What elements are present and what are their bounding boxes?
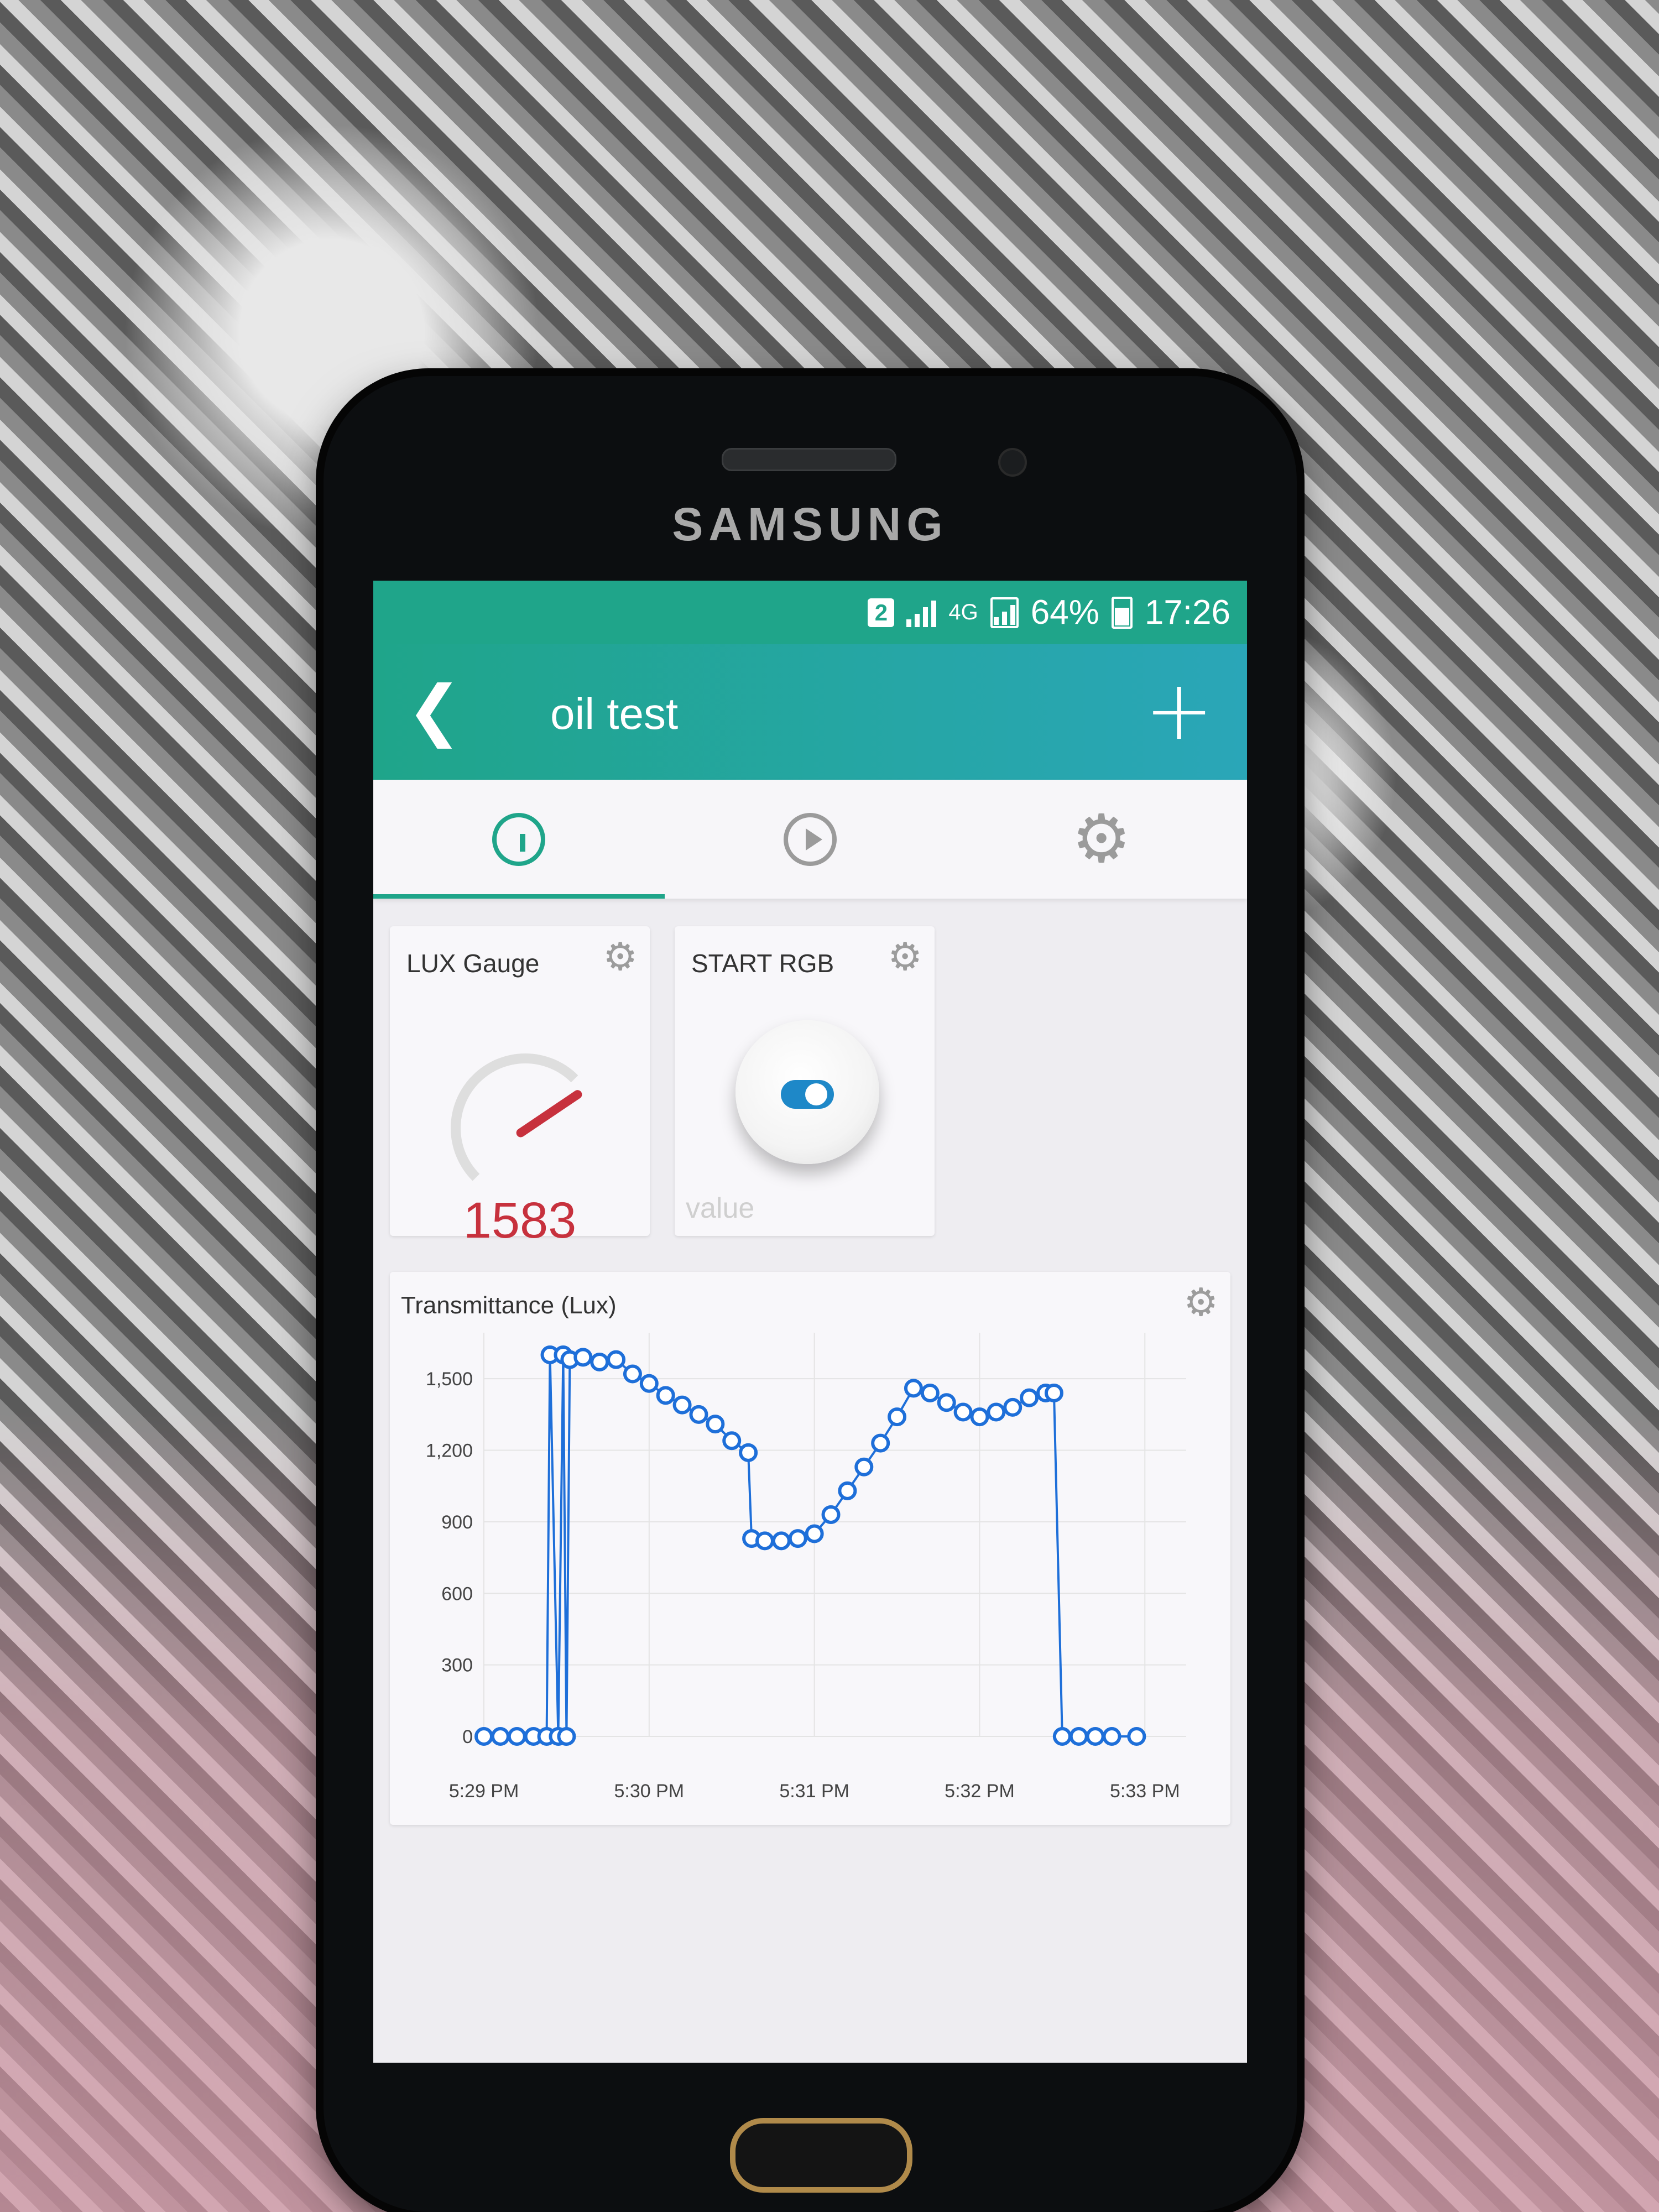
tab-dashboard[interactable] <box>373 780 665 899</box>
signal-icon <box>906 598 937 627</box>
signal-icon-2 <box>990 597 1019 628</box>
network-type: 4G <box>948 600 978 624</box>
battery-icon <box>1111 596 1133 629</box>
data-point <box>722 1431 742 1451</box>
data-point <box>788 1529 807 1548</box>
data-point <box>706 1415 725 1434</box>
data-point <box>590 1352 609 1371</box>
x-tick-label: 5:33 PM <box>1110 1781 1180 1802</box>
data-point <box>854 1457 874 1477</box>
back-icon[interactable]: ❮ <box>406 677 462 744</box>
toggle-knob <box>805 1083 827 1105</box>
x-tick-label: 5:32 PM <box>945 1781 1015 1802</box>
data-point <box>904 1379 923 1398</box>
data-point <box>937 1393 956 1412</box>
data-point <box>920 1384 940 1402</box>
data-point <box>1003 1397 1022 1417</box>
data-point <box>970 1407 989 1427</box>
data-point <box>507 1727 526 1746</box>
transmittance-chart-widget[interactable]: Transmittance (Lux) ⚙ 0 300 600 900 1,200 1,5… <box>390 1272 1230 1825</box>
widget-label: LUX Gauge <box>406 949 540 978</box>
data-point <box>821 1505 841 1524</box>
data-point <box>838 1481 857 1500</box>
start-rgb-button[interactable] <box>735 1020 879 1164</box>
gear-icon[interactable]: ⚙ <box>888 937 922 976</box>
line-chart: 0 300 600 900 1,200 1,500 5:29 PM 5:30 PM 5:31 P… <box>426 1333 1186 1802</box>
data-point <box>1044 1384 1063 1402</box>
x-tick-label: 5:31 PM <box>779 1781 849 1802</box>
data-point <box>1020 1388 1039 1407</box>
sim-indicator: 2 <box>868 598 895 627</box>
data-point <box>672 1395 692 1415</box>
gear-icon: ⚙ <box>1071 800 1131 878</box>
tab-bar: ⚙ <box>373 780 1247 899</box>
data-point <box>805 1524 824 1543</box>
data-point <box>607 1350 626 1369</box>
widget-footer: value <box>686 1192 755 1224</box>
tab-play[interactable] <box>665 780 956 899</box>
x-tick-label: 5:29 PM <box>449 1781 519 1802</box>
phone-screen: 2 4G 64% 17:26 ❮ oil test + ⚙ LUX Gauge … <box>373 581 1247 2063</box>
data-point <box>639 1374 659 1393</box>
clock: 17:26 <box>1144 593 1230 632</box>
data-point <box>1086 1727 1105 1746</box>
widget-label: START RGB <box>691 949 834 978</box>
data-point <box>755 1531 774 1551</box>
data-point <box>623 1364 642 1384</box>
tab-settings[interactable]: ⚙ <box>956 780 1247 899</box>
data-point <box>871 1433 890 1453</box>
data-point <box>987 1402 1006 1422</box>
gauge-value: 1583 <box>463 1192 577 1249</box>
page-title: oil test <box>550 689 679 738</box>
y-tick-label: 1,500 <box>426 1369 473 1390</box>
data-point <box>1069 1727 1088 1746</box>
x-tick-label: 5:30 PM <box>614 1781 685 1802</box>
y-tick-label: 0 <box>462 1726 473 1747</box>
y-tick-label: 1,200 <box>426 1441 473 1462</box>
data-point <box>771 1531 791 1551</box>
data-point <box>474 1727 493 1746</box>
data-point <box>491 1727 510 1746</box>
smartphone: SAMSUNG 2 4G 64% 17:26 ❮ oil test + ⚙ LU… <box>324 376 1297 2212</box>
data-point <box>888 1407 907 1427</box>
data-point <box>1052 1727 1072 1746</box>
y-tick-label: 900 <box>441 1512 473 1533</box>
status-bar: 2 4G 64% 17:26 <box>373 581 1247 644</box>
data-point <box>656 1386 675 1405</box>
start-rgb-widget: START RGB ⚙ value <box>675 926 935 1236</box>
data-point <box>953 1402 973 1422</box>
y-tick-label: 300 <box>441 1655 473 1676</box>
y-tick-label: 600 <box>441 1583 473 1604</box>
home-button[interactable] <box>730 2118 912 2193</box>
data-point <box>573 1348 593 1367</box>
lux-gauge-widget[interactable]: LUX Gauge ⚙ 1583 <box>390 926 650 1249</box>
app-bar: ❮ oil test + <box>373 644 1247 780</box>
data-point <box>739 1443 758 1462</box>
battery-percent: 64% <box>1030 593 1099 632</box>
data-point <box>557 1727 576 1746</box>
series-line <box>484 1354 1137 1738</box>
dashboard-gauge-icon <box>492 812 546 866</box>
data-point <box>689 1405 708 1424</box>
data-point <box>1127 1727 1146 1746</box>
gear-icon[interactable]: ⚙ <box>603 937 638 976</box>
plus-icon[interactable]: + <box>1144 669 1214 752</box>
data-point <box>1102 1727 1121 1746</box>
earpiece-speaker <box>722 448 896 471</box>
play-icon <box>784 812 837 866</box>
front-camera <box>998 448 1027 477</box>
brand-logo: SAMSUNG <box>672 498 948 550</box>
